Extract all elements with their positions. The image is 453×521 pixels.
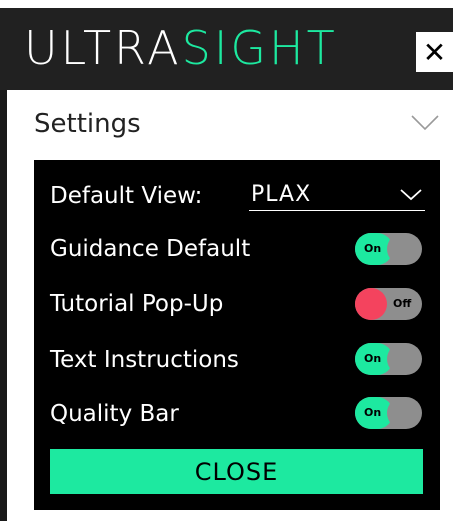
quality-bar-label: Quality Bar <box>50 401 179 427</box>
toggle-state-label: On <box>364 242 382 255</box>
close-window-button[interactable]: ✕ <box>416 32 453 72</box>
guidance-default-label: Guidance Default <box>50 236 251 262</box>
default-view-value: PLAX <box>251 182 312 207</box>
app-root: ULTRA SIGHT ✕ Settings Default View: PLAX… <box>0 0 453 521</box>
toggle-state-label: Off <box>393 297 412 310</box>
text-instructions-toggle[interactable]: On <box>355 343 422 375</box>
close-button[interactable]: CLOSE <box>50 449 423 494</box>
toggle-state-label: On <box>364 352 382 365</box>
close-icon: ✕ <box>422 35 447 69</box>
tutorial-popup-toggle[interactable]: Off <box>355 288 422 320</box>
ultrasight-logo: ULTRA SIGHT <box>24 22 338 74</box>
quality-bar-toggle[interactable]: On <box>355 397 422 429</box>
text-instructions-label: Text Instructions <box>50 347 239 373</box>
close-button-label: CLOSE <box>194 457 279 486</box>
app-header: ULTRA SIGHT <box>0 8 453 90</box>
toggle-state-label: On <box>364 406 382 419</box>
logo-text-sight: SIGHT <box>181 21 338 75</box>
top-strip <box>0 0 453 8</box>
default-view-dropdown[interactable]: PLAX <box>249 180 425 211</box>
chevron-down-icon <box>400 189 422 201</box>
settings-collapse-button[interactable] <box>410 112 440 134</box>
chevron-down-icon <box>411 115 439 131</box>
guidance-default-toggle[interactable]: On <box>355 233 422 265</box>
settings-title: Settings <box>34 109 141 139</box>
left-edge-bar <box>0 90 7 521</box>
logo-text-ultra: ULTRA <box>24 21 182 75</box>
tutorial-popup-label: Tutorial Pop-Up <box>50 291 224 317</box>
default-view-label: Default View: <box>50 183 203 209</box>
